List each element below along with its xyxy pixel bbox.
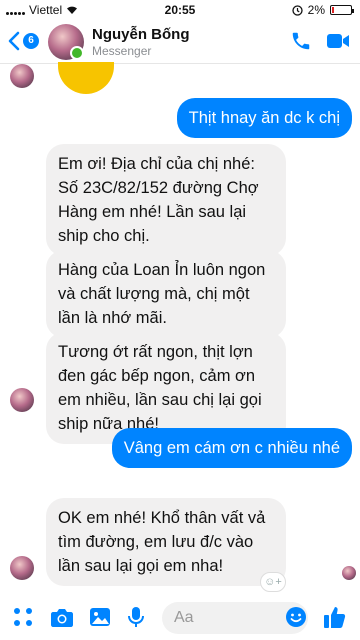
- message-line: Em ơi! Địa chỉ của chị nhé:: [58, 155, 255, 173]
- voice-message-button[interactable]: [128, 606, 144, 633]
- message-line: lần sau lại gọi em nha!: [58, 557, 224, 575]
- message-bubble-outgoing[interactable]: Vâng em cám ơn c nhiều nhé: [111, 428, 352, 468]
- message-text: Vâng em cám ơn c nhiều nhé: [123, 439, 340, 457]
- message-bubble-incoming[interactable]: Hàng của Loan Ỉn luôn ngon và chất lượng…: [46, 250, 286, 338]
- unread-count-badge: 6: [23, 33, 39, 49]
- phone-icon: [292, 32, 310, 50]
- message-line: Số 23C/82/152 đường Chợ: [58, 179, 259, 197]
- microphone-icon: [128, 607, 144, 627]
- message-bubble-outgoing[interactable]: Thịt hnay ăn dc k chị: [176, 98, 352, 138]
- message-line: OK em nhé! Khổ thân vất vả: [58, 509, 266, 527]
- contact-avatar-small: [10, 556, 34, 580]
- contact-subtitle: Messenger: [92, 44, 152, 58]
- voice-call-button[interactable]: [290, 30, 312, 57]
- message-line: tìm đường, em lưu đ/c vào: [58, 533, 254, 551]
- message-composer: [0, 596, 360, 640]
- grid-dots-icon: [14, 608, 32, 626]
- back-button[interactable]: 6: [8, 31, 39, 51]
- contact-avatar[interactable]: [48, 24, 84, 60]
- video-camera-icon: [327, 34, 349, 48]
- smiley-icon: [286, 607, 306, 627]
- message-line: và chất lượng mà, chị một: [58, 285, 250, 303]
- message-line: Hàng em nhé! Lần sau lại: [58, 203, 247, 221]
- message-line: ship cho chị.: [58, 227, 150, 245]
- like-button[interactable]: [322, 604, 348, 635]
- status-bar: Viettel 20:55 2%: [0, 0, 360, 20]
- camera-button[interactable]: [50, 606, 74, 633]
- battery-percent: 2%: [307, 3, 325, 17]
- alarm-icon: [292, 4, 303, 16]
- gallery-button[interactable]: [89, 606, 111, 633]
- thumbs-up-icon: [324, 607, 346, 628]
- message-line: đen gác bếp ngon, cảm ơn: [58, 367, 256, 385]
- camera-icon: [51, 609, 73, 627]
- add-reaction-button[interactable]: ☺+: [260, 572, 286, 592]
- message-bubble-incoming[interactable]: OK em nhé! Khổ thân vất vả tìm đường, em…: [46, 498, 286, 586]
- message-line: Tương ớt rất ngon, thịt lợn: [58, 343, 253, 361]
- message-bubble-incoming[interactable]: Em ơi! Địa chỉ của chị nhé: Số 23C/82/15…: [46, 144, 286, 256]
- conversation-header: 6 Nguyễn Bống Messenger: [0, 20, 360, 64]
- image-icon: [90, 608, 110, 626]
- message-line: em nhiều, lần sau chị lại gọi: [58, 391, 262, 409]
- sticker-emoji[interactable]: [58, 62, 114, 94]
- more-actions-button[interactable]: [12, 606, 34, 633]
- emoji-button[interactable]: [285, 606, 307, 633]
- battery-icon: [330, 5, 354, 15]
- video-call-button[interactable]: [326, 32, 350, 55]
- seen-receipt-avatar: [342, 566, 356, 580]
- chevron-left-icon: [8, 31, 20, 51]
- message-line: lần là nhớ mãi.: [58, 309, 167, 327]
- contact-avatar-small: [10, 64, 34, 88]
- battery-info: 2%: [292, 3, 354, 17]
- contact-avatar-small: [10, 388, 34, 412]
- message-line: Hàng của Loan Ỉn luôn ngon: [58, 261, 266, 279]
- message-text: Thịt hnay ăn dc k chị: [188, 109, 340, 127]
- contact-name[interactable]: Nguyễn Bống: [92, 26, 190, 43]
